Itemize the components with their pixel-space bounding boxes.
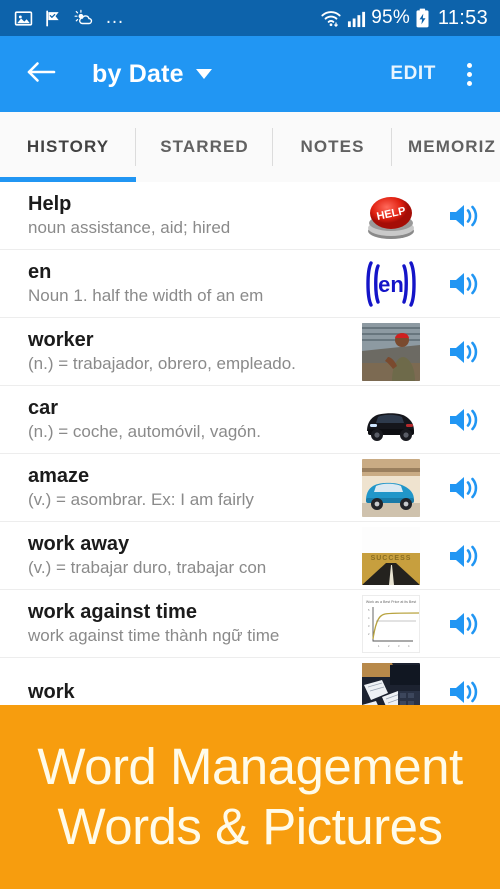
weather-sun-icon: [74, 9, 94, 28]
word-title: amaze: [28, 465, 90, 487]
overflow-menu-icon[interactable]: [452, 54, 486, 94]
edit-button[interactable]: EDIT: [384, 55, 442, 93]
battery-charging-icon: [415, 8, 430, 28]
word-list-item[interactable]: car (n.) = coche, automóvil, vagón.: [0, 386, 500, 454]
tab-bar: HISTORY STARRED NOTES MEMORIZ: [0, 112, 500, 182]
status-bar: … 95% 11:53: [0, 0, 500, 36]
word-list[interactable]: Help noun assistance, aid; hired HELP en Nou…: [0, 182, 500, 705]
tab-label: STARRED: [160, 137, 249, 156]
banner-line-2: Words & Pictures: [57, 798, 443, 855]
word-list-item[interactable]: Help noun assistance, aid; hired HELP: [0, 182, 500, 250]
success-road-photo: SUCCESS: [362, 526, 420, 585]
app-bar-actions: EDIT: [384, 54, 486, 94]
svg-text:en: en: [378, 272, 404, 297]
word-title: work against time: [28, 601, 197, 623]
svg-text:SUCCESS: SUCCESS: [371, 555, 412, 562]
sort-order-dropdown[interactable]: by Date: [92, 60, 212, 89]
word-title: Help: [28, 193, 72, 215]
banner-line-1: Word Management: [37, 738, 463, 795]
speaker-icon[interactable]: [442, 466, 486, 510]
overflow-dot: [466, 62, 472, 68]
speaker-icon[interactable]: [442, 534, 486, 578]
phone-screen: … 95% 11:53 by Date EDIT HISTORY STARRED…: [0, 0, 500, 889]
image-icon: [14, 9, 33, 28]
word-entry-text: work away (v.) = trabajar duro, trabajar …: [28, 532, 362, 579]
chevron-down-icon: [195, 69, 212, 79]
status-bar-clock: 11:53: [437, 6, 488, 29]
word-list-item[interactable]: work against time work against time thành…: [0, 590, 500, 658]
word-definition: Noun 1. half the width of an em: [28, 286, 264, 305]
tab-starred[interactable]: STARRED: [136, 112, 273, 182]
tab-label: HISTORY: [26, 137, 110, 156]
word-entry-text: work: [28, 680, 362, 704]
word-definition: (n.) = coche, automóvil, vagón.: [28, 422, 261, 441]
word-list-item[interactable]: amaze (v.) = asombrar. Ex: I am fairly: [0, 454, 500, 522]
word-title: car: [28, 397, 59, 419]
word-entry-text: amaze (v.) = asombrar. Ex: I am fairly: [28, 464, 362, 511]
word-list-item[interactable]: work: [0, 658, 500, 705]
speaker-icon[interactable]: [442, 262, 486, 306]
overflow-dot: [466, 71, 472, 77]
speaker-icon[interactable]: [442, 330, 486, 374]
word-definition: work against time thành ngữ time: [28, 626, 280, 645]
en-logo-image: en: [362, 254, 420, 313]
flag-check-icon: [44, 9, 63, 28]
svg-text:Work as a Best Price at its Be: Work as a Best Price at its Best: [366, 600, 416, 604]
word-entry-text: worker (n.) = trabajador, obrero, emplead…: [28, 328, 362, 375]
speaker-icon[interactable]: [442, 670, 486, 706]
promo-banner: Word Management Words & Pictures: [0, 705, 500, 889]
word-definition: (v.) = trabajar duro, trabajar con: [28, 558, 267, 577]
word-list-item[interactable]: en Noun 1. half the width of an em en: [0, 250, 500, 318]
tab-label: NOTES: [300, 137, 365, 156]
word-entry-text: en Noun 1. half the width of an em: [28, 260, 362, 307]
word-list-item[interactable]: work away (v.) = trabajar duro, trabajar …: [0, 522, 500, 590]
speaker-icon[interactable]: [442, 602, 486, 646]
word-title: work: [28, 680, 75, 703]
back-button[interactable]: [20, 53, 62, 95]
tab-notes[interactable]: NOTES: [273, 112, 392, 182]
tab-history[interactable]: HISTORY: [0, 112, 136, 182]
red-help-button-image: HELP: [362, 186, 420, 245]
word-title: work away: [28, 533, 130, 555]
desk-papers-photo: [362, 662, 420, 705]
word-entry-text: Help noun assistance, aid; hired: [28, 192, 362, 239]
word-list-item[interactable]: worker (n.) = trabajador, obrero, emplead…: [0, 318, 500, 386]
wifi-icon: [320, 8, 342, 28]
ellipsis-icon: …: [105, 7, 125, 28]
speaker-icon[interactable]: [442, 398, 486, 442]
chart-graph-photo: Work as a Best Price at its Best 5 4 3 2 1 2 3 4: [362, 594, 420, 653]
word-title: worker: [28, 329, 94, 351]
word-entry-text: car (n.) = coche, automóvil, vagón.: [28, 396, 362, 443]
word-entry-text: work against time work against time thành…: [28, 600, 362, 647]
tab-label: MEMORIZ: [408, 137, 496, 156]
cellular-signal-icon: [347, 9, 366, 28]
black-car-photo: [362, 390, 420, 449]
overflow-dot: [466, 80, 472, 86]
status-bar-left-icons: …: [14, 7, 125, 28]
back-arrow-icon: [26, 59, 56, 90]
word-title: en: [28, 261, 52, 283]
word-definition: noun assistance, aid; hired: [28, 218, 231, 237]
status-bar-right-icons: 95% 11:53: [320, 7, 488, 30]
battery-percent-label: 95%: [371, 7, 410, 28]
word-definition: (v.) = asombrar. Ex: I am fairly: [28, 490, 254, 509]
tab-memoriz[interactable]: MEMORIZ: [392, 112, 500, 182]
worker-photo: [362, 322, 420, 381]
speaker-icon[interactable]: [442, 194, 486, 238]
app-bar-title: by Date: [92, 59, 184, 88]
app-bar: by Date EDIT: [0, 36, 500, 112]
blue-car-photo: [362, 458, 420, 517]
word-definition: (n.) = trabajador, obrero, empleado.: [28, 354, 296, 373]
